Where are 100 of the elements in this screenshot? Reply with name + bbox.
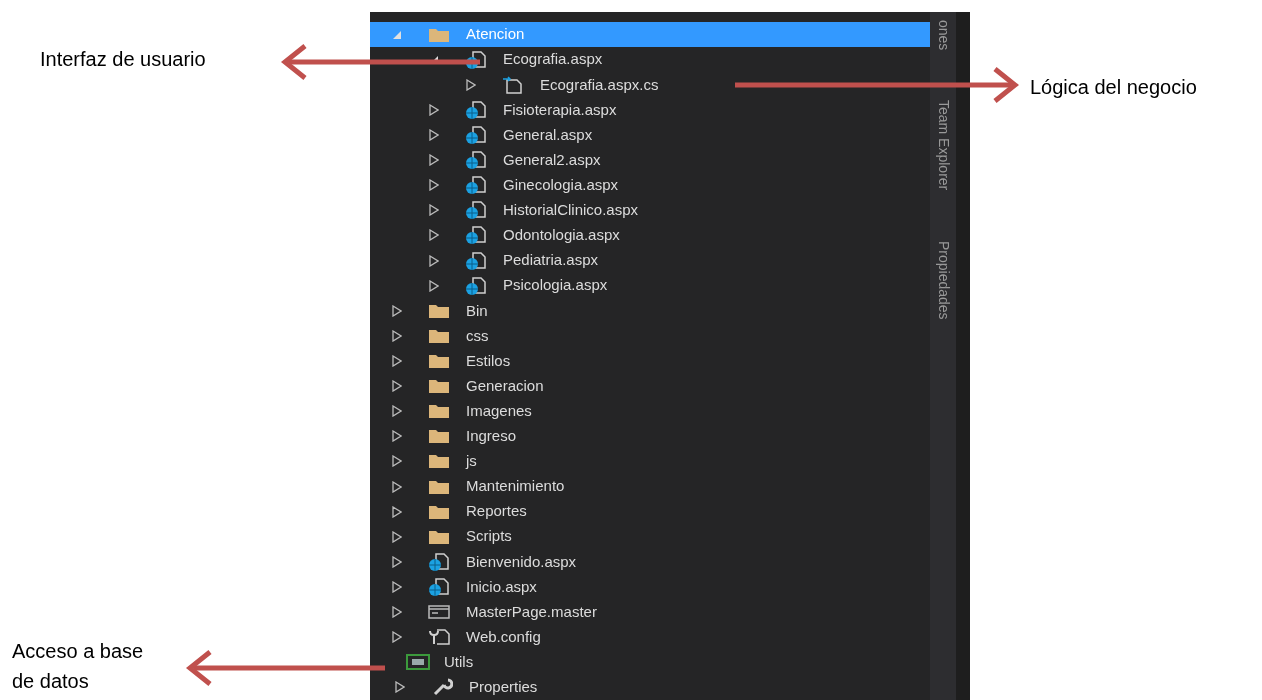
collapsed-triangle-icon[interactable]: [395, 681, 405, 694]
collapsed-triangle-icon[interactable]: [429, 179, 439, 192]
tree-item-label: Pediatria.aspx: [503, 250, 599, 271]
tree-row[interactable]: Utils: [370, 649, 930, 675]
tree-row[interactable]: Ecografia.aspx.cs: [370, 72, 930, 98]
annotation-label: Lógica del negocio: [1030, 75, 1197, 100]
folder-icon: [428, 428, 450, 445]
tree-row[interactable]: Fisioterapia.aspx: [370, 97, 930, 123]
tree-row[interactable]: Ingreso: [370, 423, 930, 449]
tree-row[interactable]: css: [370, 323, 930, 349]
collapsed-triangle-icon[interactable]: [429, 279, 439, 292]
folder-icon: [428, 378, 450, 395]
folder-icon: [428, 26, 450, 43]
tree-item-label: HistorialClinico.aspx: [503, 200, 639, 221]
tree-row[interactable]: Mantenimiento: [370, 473, 930, 500]
tree-row[interactable]: Odontologia.aspx: [370, 222, 930, 248]
collapsed-triangle-icon[interactable]: [392, 405, 402, 418]
tree-row[interactable]: General2.aspx: [370, 147, 930, 173]
collapsed-triangle-icon[interactable]: [392, 304, 402, 317]
tree-item-label: Fisioterapia.aspx: [503, 99, 617, 120]
tree-item-label: Ecografia.aspx.cs: [540, 74, 659, 95]
web-page-icon: [465, 99, 487, 120]
tree-row[interactable]: HistorialClinico.aspx: [370, 197, 930, 223]
tree-row[interactable]: js: [370, 448, 930, 474]
tree-row[interactable]: Web.config: [370, 624, 930, 650]
collapsed-triangle-icon[interactable]: [466, 78, 476, 91]
folder-icon: [428, 302, 450, 319]
tree-item-label: Bienvenido.aspx: [466, 551, 577, 572]
tree-row[interactable]: Pediatria.aspx: [370, 248, 930, 274]
tree-item-label: Imagenes: [466, 400, 532, 421]
web-page-icon: [465, 200, 487, 221]
collapsed-triangle-icon[interactable]: [392, 430, 402, 443]
collapsed-triangle-icon[interactable]: [429, 103, 439, 116]
web-page-icon: [465, 275, 487, 296]
tree-item-label: Inicio.aspx: [466, 576, 537, 597]
tree-row[interactable]: Bin: [370, 298, 930, 324]
tree-item-label: Web.config: [466, 626, 541, 647]
tree-item-label: Properties: [469, 677, 538, 698]
tree-item-label: Ginecologia.aspx: [503, 174, 619, 195]
folder-icon: [428, 327, 450, 344]
tree-row[interactable]: Bienvenido.aspx: [370, 549, 930, 575]
collapsed-triangle-icon[interactable]: [392, 631, 402, 644]
collapsed-triangle-icon[interactable]: [392, 580, 402, 593]
tree-row[interactable]: Psicologia.aspx: [370, 273, 930, 299]
folder-icon: [428, 503, 450, 520]
tree-item-label: Utils: [444, 652, 474, 673]
tree-row[interactable]: MasterPage.master: [370, 599, 930, 625]
tree-item-label: js: [466, 451, 477, 472]
tree-row[interactable]: Estilos: [370, 348, 930, 374]
collapsed-triangle-icon[interactable]: [429, 229, 439, 242]
tree-row[interactable]: Scripts: [370, 524, 930, 550]
tree-item-label: General.aspx: [503, 124, 593, 145]
tree-item-label: Scripts: [466, 526, 512, 547]
web-page-icon: [428, 576, 450, 597]
web-page-icon: [465, 125, 487, 145]
collapsed-triangle-icon[interactable]: [392, 530, 402, 543]
folder-icon: [428, 352, 450, 369]
tree-item-label: Estilos: [466, 350, 511, 371]
tree-row[interactable]: Inicio.aspx: [370, 574, 930, 600]
tree-row[interactable]: Reportes: [370, 499, 930, 525]
collapsed-triangle-icon[interactable]: [392, 455, 402, 468]
collapsed-triangle-icon[interactable]: [392, 380, 402, 393]
tree-item-label: Ecografia.aspx: [503, 49, 603, 70]
web-page-icon: [465, 175, 487, 196]
tree-row[interactable]: Ginecologia.aspx: [370, 172, 930, 198]
wrench-icon: [431, 678, 453, 697]
annotation-label: Acceso a base de datos: [12, 639, 145, 694]
collapsed-triangle-icon[interactable]: [392, 329, 402, 342]
tree-row[interactable]: Generacion: [370, 373, 930, 399]
collapsed-triangle-icon[interactable]: [392, 480, 402, 493]
side-tab[interactable]: Team Explorer: [932, 100, 954, 191]
annotation-label: Interfaz de usuario: [40, 47, 206, 72]
tree-item-label: Psicologia.aspx: [503, 275, 608, 296]
collapsed-triangle-icon[interactable]: [429, 154, 439, 167]
collapsed-triangle-icon[interactable]: [392, 606, 402, 619]
tree-row[interactable]: General.aspx: [370, 122, 930, 148]
collapsed-triangle-icon[interactable]: [429, 129, 439, 141]
collapsed-triangle-icon[interactable]: [429, 204, 439, 217]
web-page-icon: [428, 551, 450, 572]
tree-row[interactable]: Properties: [370, 674, 930, 700]
side-tab[interactable]: Propiedades: [932, 240, 954, 320]
tree-item-label: Reportes: [466, 501, 527, 522]
tree-row[interactable]: Imagenes: [370, 398, 930, 424]
tree-item-label: Generacion: [466, 375, 544, 396]
tree-item-label: Odontologia.aspx: [503, 225, 620, 246]
web-page-icon: [465, 250, 487, 271]
web-page-icon: [465, 150, 487, 171]
tree-item-label: Ingreso: [466, 426, 517, 447]
project-icon: [406, 654, 430, 671]
code-file-icon: [502, 74, 524, 95]
tree-item-label: Mantenimiento: [466, 476, 565, 497]
collapsed-triangle-icon[interactable]: [392, 555, 402, 568]
collapsed-triangle-icon[interactable]: [392, 505, 402, 518]
folder-icon: [428, 453, 450, 470]
collapsed-triangle-icon[interactable]: [429, 254, 439, 267]
collapsed-triangle-icon[interactable]: [392, 354, 402, 367]
tree-item-label: Bin: [466, 300, 488, 321]
side-tab[interactable]: ones: [932, 20, 954, 51]
tree-item-label: Atencion: [466, 24, 525, 45]
window-icon: [428, 604, 450, 621]
